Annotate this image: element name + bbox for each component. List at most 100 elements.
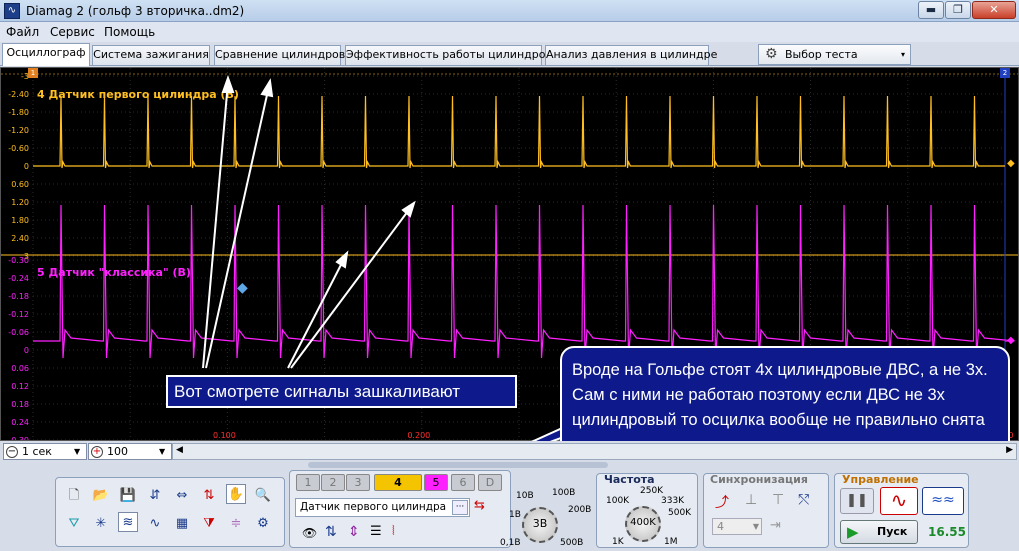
start-label: Пуск	[877, 525, 908, 538]
channel-6-button[interactable]: 6	[451, 474, 475, 491]
marker-2[interactable]: 2	[1000, 68, 1010, 78]
y-tick-label: 0.06	[11, 364, 29, 373]
y-tick-label: -1.80	[8, 108, 29, 117]
signal-transform-icon[interactable]: ✳	[91, 514, 111, 534]
channel-2-button[interactable]: 2	[321, 474, 345, 491]
chevron-down-icon: ▼	[752, 522, 759, 531]
channel-settings-icon[interactable]: ⇆	[474, 498, 494, 518]
freq-label-250k: 250K	[640, 486, 664, 496]
table-icon[interactable]: ▦	[172, 514, 192, 534]
invert-icon[interactable]: ⇕	[348, 524, 360, 540]
y-tick-label: -0.24	[8, 274, 29, 283]
waveform-mode-icon[interactable]: ≋	[118, 512, 138, 532]
hand-tool-icon[interactable]: ✋	[226, 484, 246, 504]
test-select-label: Выбор теста	[785, 48, 858, 61]
voltage-label-10v: 10В	[516, 491, 534, 501]
sine-icon[interactable]: ∿	[145, 514, 165, 534]
pause-icon[interactable]: ❚❚	[840, 488, 874, 514]
rising-edge-icon[interactable]: ⤴	[715, 492, 729, 512]
chevron-down-icon: ▼	[74, 447, 81, 456]
channel-3-button[interactable]: 3	[346, 474, 370, 491]
horizontal-scrollbar[interactable]: ◀ ▶	[172, 443, 1017, 460]
voltage-label-100v: 100В	[552, 488, 576, 498]
y-tick-label: 0.12	[11, 382, 29, 391]
y-tick-label: 0	[24, 346, 29, 355]
save-icon[interactable]: 💾	[118, 486, 138, 506]
voltage-knob[interactable]: 3В	[522, 507, 558, 543]
y-tick-label: -1.20	[8, 126, 29, 135]
zoom-in-icon[interactable]: +	[91, 446, 103, 458]
timebase-select[interactable]: − 1 сек ▼	[3, 443, 87, 460]
pulse-down-icon[interactable]: ⊤	[772, 492, 784, 508]
tab-pressure-analysis[interactable]: Анализ давления в цилиндре	[545, 45, 717, 65]
voltage-label-200v: 200В	[568, 505, 592, 515]
cursor-icon: ◆	[237, 280, 248, 296]
control-title: Управление	[842, 473, 919, 486]
visibility-eye-icon[interactable]: 👁	[302, 526, 317, 540]
zoom-value: 100	[107, 445, 128, 458]
y-tick-label: 1.20	[11, 198, 29, 207]
sync-auto-icon[interactable]: ⤲	[798, 492, 809, 508]
sync-channel-value: 4	[717, 520, 724, 533]
title-bar: ∿ Diamag 2 (гольф 3 вторичка..dm2) ▬ ❐ ✕	[0, 0, 1019, 22]
auto-scale-icon[interactable]: ⇅	[199, 486, 219, 506]
zoom-select[interactable]: + 100 ▼	[88, 443, 172, 460]
channel-filter-icon[interactable]: ⧩	[199, 514, 219, 534]
line-style-icon[interactable]: ☰	[370, 524, 382, 539]
channel-4-label: 4 Датчик первого цилиндра (В)	[37, 88, 239, 101]
frequency-knob[interactable]: 400K	[625, 506, 661, 542]
channel-4-offset-handle[interactable]: ◆	[1007, 158, 1015, 169]
sync-lock-icon[interactable]: ⇥	[770, 518, 781, 533]
freq-label-333k: 333K	[661, 496, 685, 506]
vertical-scale-icon[interactable]: ⇵	[145, 486, 165, 506]
move-vertical-icon[interactable]: ⇅	[325, 524, 337, 540]
menu-help[interactable]: Помощь	[104, 25, 155, 39]
open-folder-icon[interactable]: 📂	[91, 486, 111, 506]
tab-oscilloscope[interactable]: Осциллограф	[2, 43, 90, 66]
splitter-handle[interactable]	[308, 462, 608, 468]
maximize-button[interactable]: ❐	[945, 1, 971, 19]
start-button[interactable]: ▶ Пуск	[840, 520, 918, 544]
y-tick-label: 0.30	[11, 436, 29, 440]
y-tick-label: 0	[24, 162, 29, 171]
tab-cylinder-efficiency[interactable]: Эффективность работы цилиндров	[345, 45, 552, 65]
channel-4-button[interactable]: 4	[374, 474, 422, 491]
channel-1-button[interactable]: 1	[296, 474, 320, 491]
y-tick-label: -0.12	[8, 310, 29, 319]
channel-5-label: 5 Датчик "классика" (В)	[37, 266, 191, 279]
chevron-down-icon: ▼	[159, 447, 166, 456]
menu-service[interactable]: Сервис	[50, 25, 95, 39]
channel-5-button[interactable]: 5	[424, 474, 448, 491]
pulse-up-icon[interactable]: ⊥	[745, 492, 757, 508]
sync-channel-select[interactable]: 4 ▼	[712, 518, 762, 535]
freq-label-1k: 1K	[612, 537, 624, 547]
y-tick-label: 0.60	[11, 180, 29, 189]
minimize-button[interactable]: ▬	[918, 1, 944, 19]
close-button[interactable]: ✕	[972, 1, 1016, 19]
scroll-left-icon[interactable]: ◀	[176, 445, 183, 455]
freq-label-1m: 1M	[664, 537, 678, 547]
auto-setup-icon[interactable]: ⚙	[253, 514, 273, 534]
tab-ignition-system[interactable]: Система зажигания	[92, 45, 210, 65]
new-file-icon[interactable]: 🗋	[64, 486, 84, 506]
magnifier-icon[interactable]: 🔍	[253, 486, 273, 506]
channel-digital-button[interactable]: D	[478, 474, 502, 491]
channel-name-field[interactable]: Датчик первого цилиндра	[295, 498, 470, 517]
single-sine-icon[interactable]: ∿	[880, 487, 918, 515]
y-tick-label: 1.80	[11, 216, 29, 225]
scroll-right-icon[interactable]: ▶	[1006, 445, 1013, 455]
tools-panel: 🗋 📂 💾 ⇵ ⇔ ⇅ ✋ 🔍 ⛛ ✳ ≋ ∿ ▦ ⧩ ≑ ⚙	[55, 477, 285, 547]
horizontal-cursors-icon[interactable]: ⇔	[172, 486, 192, 506]
spectrum-icon[interactable]: ⦚	[392, 524, 395, 539]
menu-file[interactable]: Файл	[6, 25, 39, 39]
continuous-wave-icon[interactable]: ≈≈	[922, 487, 964, 515]
marker-1[interactable]: 1	[28, 68, 38, 78]
browse-button[interactable]: ···	[452, 500, 468, 515]
zoom-out-icon[interactable]: −	[6, 446, 18, 458]
level-icon[interactable]: ≑	[226, 514, 246, 534]
voltage-label-500v: 500В	[560, 538, 584, 548]
chevron-down-icon: ▾	[901, 50, 906, 59]
test-select-dropdown[interactable]: ⚙ Выбор теста ▾	[758, 44, 911, 65]
tab-cylinder-compare[interactable]: Сравнение цилиндров	[214, 45, 345, 65]
filter-icon[interactable]: ⛛	[64, 514, 84, 534]
